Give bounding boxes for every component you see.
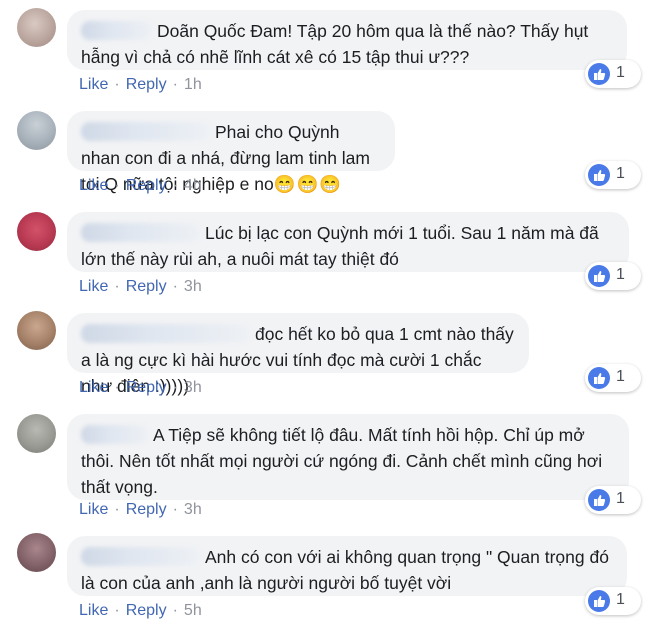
reply-link[interactable]: Reply <box>126 501 167 518</box>
reaction-count[interactable]: 1 <box>585 60 641 88</box>
comment-text: Lúc bị lạc con Quỳnh mới 1 tuổi. Sau 1 n… <box>81 220 615 272</box>
thumbs-up-icon <box>588 489 610 511</box>
comment-bubble: Lúc bị lạc con Quỳnh mới 1 tuổi. Sau 1 n… <box>67 212 629 272</box>
reaction-count-label: 1 <box>616 591 625 608</box>
comment-bubble: A Tiệp sẽ không tiết lộ đâu. Mất tính hồ… <box>67 414 629 500</box>
thumbs-up-icon <box>588 590 610 612</box>
reaction-count[interactable]: 1 <box>585 587 641 615</box>
author-name[interactable] <box>81 425 149 444</box>
like-link[interactable]: Like <box>79 76 108 93</box>
reaction-count-label: 1 <box>616 64 625 81</box>
avatar[interactable] <box>17 311 56 350</box>
thumbs-up-icon <box>588 265 610 287</box>
comment-text: Anh có con với ai không quan trọng " Qua… <box>81 544 613 596</box>
like-link[interactable]: Like <box>79 379 108 396</box>
timestamp[interactable]: 3h <box>184 278 202 295</box>
timestamp[interactable]: 5h <box>184 602 202 619</box>
thumbs-up-icon <box>588 63 610 85</box>
avatar[interactable] <box>17 533 56 572</box>
author-name[interactable] <box>81 223 201 242</box>
author-name[interactable] <box>81 547 201 566</box>
comment-bubble: Doãn Quốc Đam! Tập 20 hôm qua là thế nào… <box>67 10 627 70</box>
avatar[interactable] <box>17 414 56 453</box>
comment-actions: Like · Reply · 3h <box>79 379 202 396</box>
comment-text: Doãn Quốc Đam! Tập 20 hôm qua là thế nào… <box>81 18 613 70</box>
author-name[interactable] <box>81 21 153 40</box>
reply-link[interactable]: Reply <box>126 278 167 295</box>
comment-actions: Like · Reply · 3h <box>79 501 202 518</box>
timestamp[interactable]: 3h <box>184 501 202 518</box>
timestamp[interactable]: 3h <box>184 379 202 396</box>
reaction-count[interactable]: 1 <box>585 486 641 514</box>
comment-bubble: Anh có con với ai không quan trọng " Qua… <box>67 536 627 596</box>
thumbs-up-icon <box>588 367 610 389</box>
timestamp[interactable]: 1h <box>184 76 202 93</box>
avatar[interactable] <box>17 8 56 47</box>
comment-actions: Like · Reply · 3h <box>79 278 202 295</box>
reaction-count-label: 1 <box>616 165 625 182</box>
like-link[interactable]: Like <box>79 278 108 295</box>
like-link[interactable]: Like <box>79 177 108 194</box>
comment-bubble: Phai cho Quỳnh nhan con đi a nhá, đừng l… <box>67 111 395 194</box>
like-link[interactable]: Like <box>79 501 108 518</box>
comment-body: Doãn Quốc Đam! Tập 20 hôm qua là thế nào… <box>81 21 589 67</box>
reaction-count-label: 1 <box>616 266 625 283</box>
timestamp[interactable]: 4h <box>184 177 202 194</box>
reply-link[interactable]: Reply <box>126 602 167 619</box>
avatar[interactable] <box>17 111 56 150</box>
comment-actions: Like · Reply · 1h <box>79 76 202 93</box>
comment-actions: Like · Reply · 5h <box>79 602 202 619</box>
avatar[interactable] <box>17 212 56 251</box>
like-link[interactable]: Like <box>79 602 108 619</box>
comment-body: A Tiệp sẽ không tiết lộ đâu. Mất tính hồ… <box>81 425 603 497</box>
reply-link[interactable]: Reply <box>126 76 167 93</box>
comment-text: A Tiệp sẽ không tiết lộ đâu. Mất tính hồ… <box>81 422 615 500</box>
reaction-count-label: 1 <box>616 368 625 385</box>
reaction-count[interactable]: 1 <box>585 161 641 189</box>
reaction-count[interactable]: 1 <box>585 364 641 392</box>
author-name[interactable] <box>81 122 211 141</box>
author-name[interactable] <box>81 324 251 343</box>
reaction-count-label: 1 <box>616 490 625 507</box>
grin-emoji: 😁😁😁 <box>273 174 343 194</box>
reply-link[interactable]: Reply <box>126 177 167 194</box>
thumbs-up-icon <box>588 164 610 186</box>
reply-link[interactable]: Reply <box>126 379 167 396</box>
reaction-count[interactable]: 1 <box>585 262 641 290</box>
comment-actions: Like · Reply · 4h <box>79 177 202 194</box>
comment-bubble: đọc hết ko bỏ qua 1 cmt nào thấy a là ng… <box>67 313 529 396</box>
